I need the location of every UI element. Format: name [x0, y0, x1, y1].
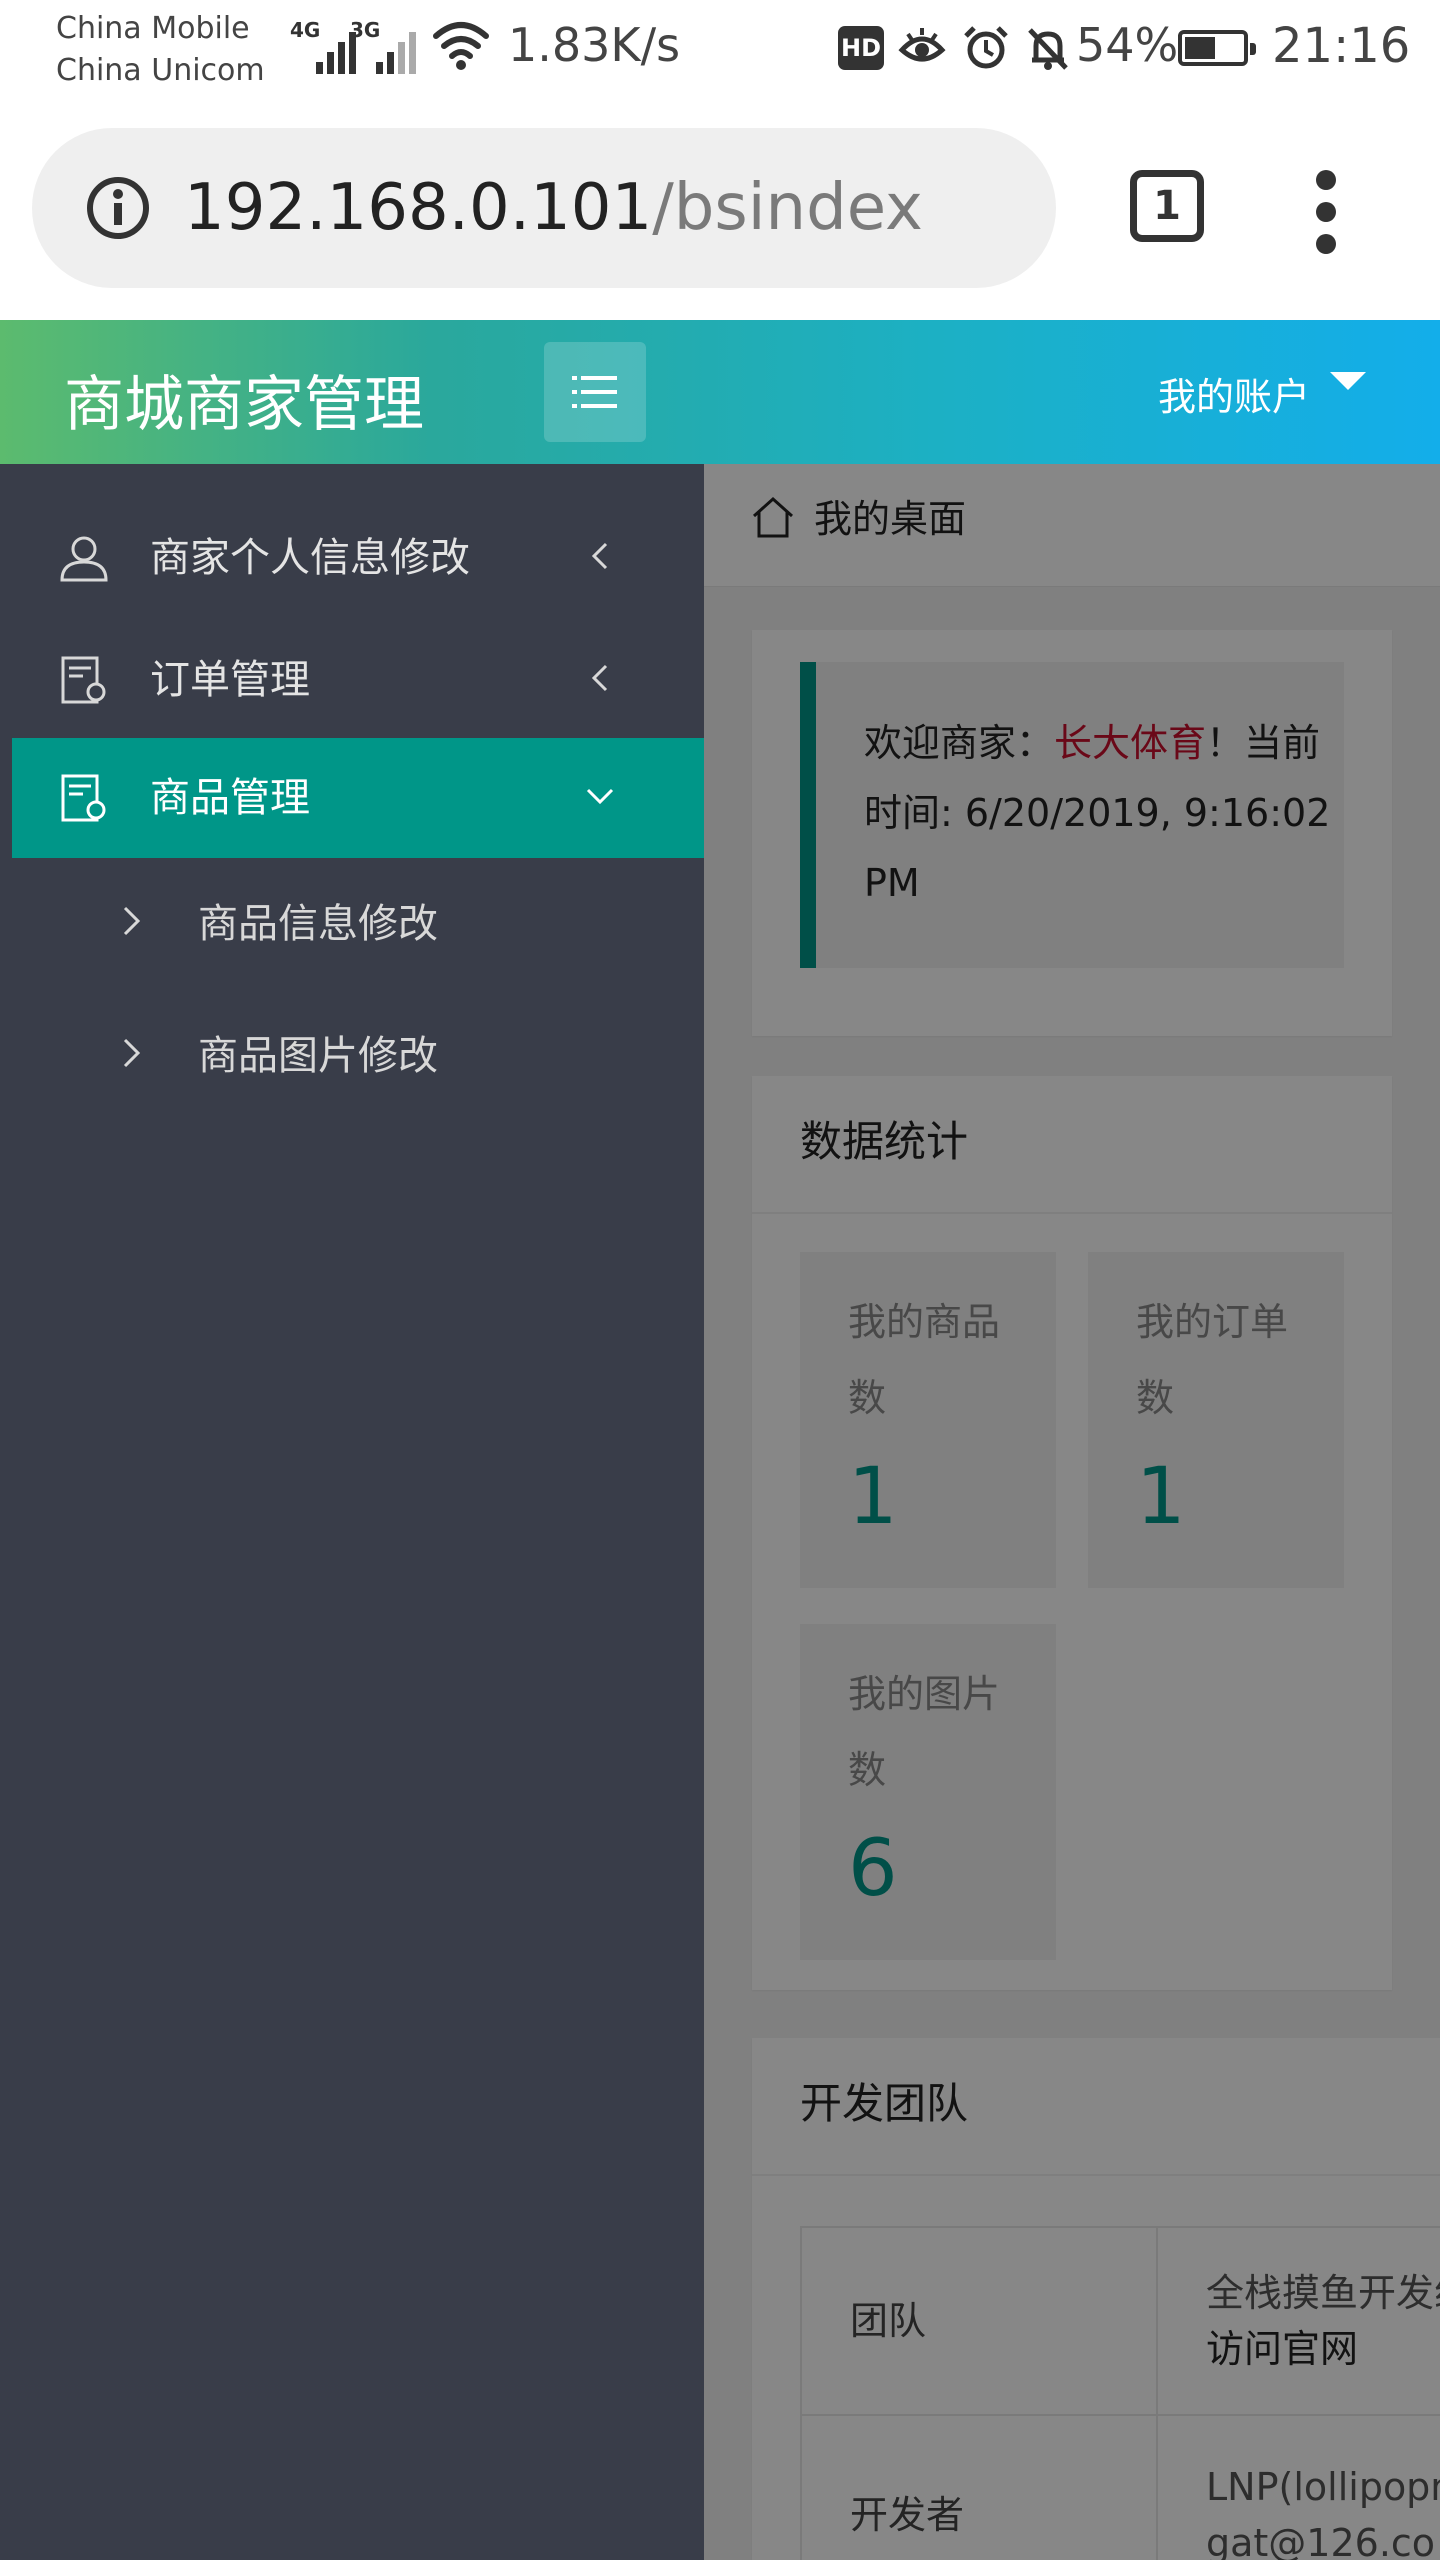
url-text[interactable]: 192.168.0.101/bsindex [184, 174, 923, 242]
sidebar-item-orders[interactable]: 订单管理 [12, 620, 704, 740]
sidebar-subitem-product-images[interactable]: 商品图片修改 [12, 996, 704, 1116]
address-bar[interactable]: 192.168.0.101/bsindex [32, 128, 1056, 288]
sidebar: 商家个人信息修改 订单管理 商品管理 商品信息修改 商品图片修改 [0, 464, 704, 2560]
wifi-icon [433, 22, 489, 70]
browser-toolbar: 192.168.0.101/bsindex 1 [0, 100, 1440, 320]
sidebar-item-products[interactable]: 商品管理 [12, 738, 704, 858]
chevron-right-icon [123, 906, 141, 936]
sidebar-overlay[interactable] [704, 464, 1440, 2560]
carrier-1: China Mobile [56, 11, 250, 46]
carrier-2: China Unicom [56, 53, 265, 88]
network-speed: 1.83K/s [508, 18, 681, 72]
app-header: 商城商家管理 我的账户 [0, 320, 1440, 464]
carrier-names: China Mobile China Unicom [56, 8, 265, 92]
sidebar-subitem-product-info[interactable]: 商品信息修改 [12, 864, 704, 984]
battery-fill [1185, 37, 1215, 59]
chevron-left-icon [591, 542, 608, 570]
sidebar-item-label: 商品管理 [150, 775, 310, 821]
document-icon [61, 656, 106, 704]
brand-title: 商城商家管理 [64, 370, 424, 440]
chevron-down-icon [586, 788, 614, 805]
url-path: /bsindex [652, 171, 923, 245]
sidebar-toggle-button[interactable] [544, 342, 646, 442]
chevron-left-icon [591, 664, 608, 692]
caret-down-icon[interactable] [1330, 372, 1366, 390]
tab-switcher-button[interactable]: 1 [1130, 170, 1204, 242]
chevron-right-icon [123, 1038, 141, 1068]
url-host: 192.168.0.101 [184, 171, 653, 245]
account-menu[interactable]: 我的账户 [1158, 366, 1310, 421]
clock: 21:16 [1272, 18, 1411, 74]
sidebar-item-profile[interactable]: 商家个人信息修改 [12, 498, 704, 618]
status-bar: China Mobile China Unicom 4G 3G 1.83K/s … [0, 0, 1440, 100]
more-menu-button[interactable] [1310, 170, 1346, 290]
info-icon[interactable] [84, 174, 152, 242]
battery-percent: 54% [1076, 18, 1179, 72]
user-icon [60, 536, 108, 582]
sidebar-item-label: 订单管理 [150, 657, 310, 703]
document-icon [61, 774, 106, 822]
alarm-icon [964, 26, 1008, 69]
sidebar-subitem-label: 商品信息修改 [198, 901, 438, 947]
sidebar-subitem-label: 商品图片修改 [198, 1033, 438, 1079]
eye-icon [898, 28, 946, 62]
bell-muted-icon [1028, 28, 1068, 70]
hd-icon: HD [838, 26, 884, 70]
list-icon [572, 376, 617, 408]
sidebar-item-label: 商家个人信息修改 [150, 535, 470, 581]
battery-icon [1178, 30, 1256, 66]
